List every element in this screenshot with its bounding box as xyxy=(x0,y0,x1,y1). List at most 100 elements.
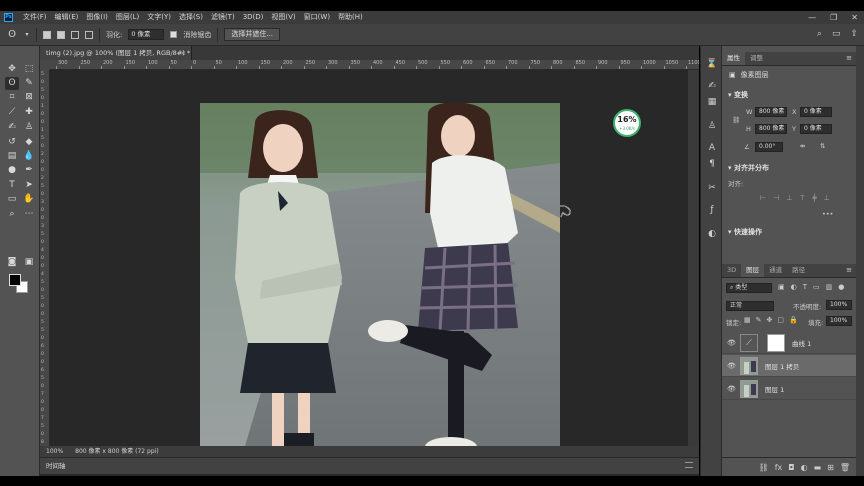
new-layer-icon[interactable]: ⊞ xyxy=(827,463,834,472)
align-bottom-icon[interactable]: ⊥ xyxy=(824,194,830,202)
blur-tool-icon[interactable]: 💧 xyxy=(22,150,36,163)
transform-header[interactable]: ▾ 变换 xyxy=(728,90,748,100)
gradient-tool-icon[interactable]: ▤ xyxy=(5,150,19,163)
antialias-checkbox[interactable] xyxy=(170,31,178,38)
align-top-icon[interactable]: ⊤ xyxy=(799,194,805,202)
move-tool-icon[interactable]: ✥ xyxy=(5,63,19,76)
lasso-tool-icon[interactable]: ʘ xyxy=(5,77,19,90)
layer-row[interactable]: 👁 ⟋ 曲线 1 xyxy=(722,332,856,354)
history-brush-tool-icon[interactable]: ↺ xyxy=(5,136,19,149)
visibility-eye-icon[interactable]: 👁 xyxy=(727,362,736,370)
tab-3d[interactable]: 3D xyxy=(722,264,741,277)
type-tool-icon[interactable]: T xyxy=(5,179,19,192)
vertical-scrollbar[interactable] xyxy=(688,70,699,446)
brush-tool-icon[interactable]: ✍ xyxy=(5,121,19,134)
more-options-icon[interactable]: ••• xyxy=(822,210,834,218)
subtract-selection-icon[interactable] xyxy=(71,30,79,39)
path-select-tool-icon[interactable]: ➤ xyxy=(22,179,36,192)
x-field[interactable]: 0 像素 xyxy=(800,107,832,117)
filter-smart-icon[interactable]: ▥ xyxy=(826,283,833,291)
menu-help[interactable]: 帮助(H) xyxy=(334,11,367,24)
menu-edit[interactable]: 编辑(E) xyxy=(51,11,83,24)
layer-name[interactable]: 曲线 1 xyxy=(792,338,811,348)
new-group-icon[interactable]: ▬ xyxy=(814,463,822,472)
panel-menu-icon[interactable]: ≡ xyxy=(846,54,852,62)
history-panel-icon[interactable]: ⌛ xyxy=(705,58,719,70)
opacity-field[interactable]: 100% xyxy=(826,300,852,310)
menu-3d[interactable]: 3D(D) xyxy=(239,11,268,24)
brush-panel-icon[interactable]: ✍ xyxy=(705,80,719,92)
menu-layer[interactable]: 图层(L) xyxy=(112,11,143,24)
select-and-mask-button[interactable]: 选择并遮住... xyxy=(224,28,281,41)
layer-row[interactable]: 👁 图层 1 xyxy=(722,378,856,400)
screen-mode-icon[interactable]: ▣ xyxy=(22,256,36,269)
align-right-icon[interactable]: ⊥ xyxy=(786,194,792,202)
lock-position-icon[interactable]: ✥ xyxy=(767,316,773,324)
document-image[interactable] xyxy=(200,103,560,463)
minimize-button[interactable]: — xyxy=(808,11,816,24)
fx-panel-icon[interactable]: ƒ xyxy=(705,204,719,216)
lasso-tool-preset-icon[interactable]: ʘ xyxy=(6,29,18,41)
delete-layer-icon[interactable]: 🗑 xyxy=(840,463,850,472)
menu-window[interactable]: 窗口(W) xyxy=(300,11,334,24)
tab-paths[interactable]: 路径 xyxy=(787,264,810,277)
canvas-pasteboard[interactable] xyxy=(50,70,688,463)
layer-filter-select[interactable]: ⌕ 类型 xyxy=(726,283,772,293)
frame-tool-icon[interactable]: ⊠ xyxy=(22,91,36,104)
hand-tool-icon[interactable]: ✋ xyxy=(22,193,36,206)
tab-layers[interactable]: 图层 xyxy=(741,264,765,277)
tab-properties[interactable]: 属性 xyxy=(722,52,745,65)
timeline-grip-icon[interactable] xyxy=(685,462,693,468)
layer-row-selected[interactable]: 👁 图层 1 拷贝 xyxy=(722,355,856,377)
filter-pixel-icon[interactable]: ▣ xyxy=(778,283,785,291)
share-icon[interactable]: ⇪ xyxy=(850,29,858,39)
filter-shape-icon[interactable]: ▭ xyxy=(813,283,820,291)
zoom-level[interactable]: 100% xyxy=(46,446,63,457)
close-tab-icon[interactable]: × xyxy=(181,46,186,60)
lock-brush-icon[interactable]: ✎ xyxy=(756,316,762,324)
menu-file[interactable]: 文件(F) xyxy=(19,11,51,24)
menu-filter[interactable]: 滤镜(T) xyxy=(207,11,239,24)
tools-preset-icon[interactable]: ✂ xyxy=(705,182,719,194)
rectangle-tool-icon[interactable]: ▭ xyxy=(5,193,19,206)
link-layers-icon[interactable]: ⛓ xyxy=(759,463,769,472)
y-field[interactable]: 0 像素 xyxy=(800,124,832,134)
visibility-eye-icon[interactable]: 👁 xyxy=(727,385,736,393)
quick-actions-header[interactable]: ▾ 快速操作 xyxy=(728,227,762,237)
layer-name[interactable]: 图层 1 xyxy=(765,384,784,394)
new-adjustment-icon[interactable]: ◐ xyxy=(801,463,808,472)
menu-view[interactable]: 视图(V) xyxy=(267,11,299,24)
align-middle-icon[interactable]: ╪ xyxy=(812,194,816,202)
align-header[interactable]: ▾ 对齐并分布 xyxy=(728,163,769,173)
crop-tool-icon[interactable]: ⌗ xyxy=(5,91,19,104)
stamp-panel-icon[interactable]: ♙ xyxy=(705,120,719,132)
link-icon[interactable]: ⛓ xyxy=(732,116,740,124)
search-icon[interactable]: ⌕ xyxy=(817,29,822,39)
eyedropper-tool-icon[interactable]: ⟋ xyxy=(5,106,19,119)
ruler-origin[interactable] xyxy=(40,60,50,70)
layers-menu-icon[interactable]: ≡ xyxy=(846,266,852,274)
align-left-icon[interactable]: ⊢ xyxy=(760,194,766,202)
zoom-tool-icon[interactable]: ⌕ xyxy=(5,208,19,221)
eraser-tool-icon[interactable]: ◆ xyxy=(22,136,36,149)
quick-select-tool-icon[interactable]: ✎ xyxy=(22,77,36,90)
lock-transparent-icon[interactable]: ▦ xyxy=(744,316,751,324)
fx-icon[interactable]: fx xyxy=(775,463,783,472)
pen-tool-icon[interactable]: ✒ xyxy=(22,164,36,177)
menu-image[interactable]: 图像(I) xyxy=(82,11,112,24)
vertical-ruler[interactable]: 5 0 5 0 1 0 0 1 5 0 2 0 0 2 5 0 3 0 0 3 5 0 4 0 0 4 5 0 5 0 0 5 5 0 6 0 0 6 5 0… xyxy=(40,70,50,466)
add-mask-icon[interactable]: ◘ xyxy=(788,463,794,472)
filter-adjust-icon[interactable]: ◐ xyxy=(791,283,797,291)
quick-mask-icon[interactable]: ◙ xyxy=(5,256,19,269)
menu-select[interactable]: 选择(S) xyxy=(175,11,207,24)
add-selection-icon[interactable] xyxy=(57,30,65,39)
layer-name[interactable]: 图层 1 拷贝 xyxy=(765,361,799,371)
dodge-tool-icon[interactable]: ● xyxy=(5,164,19,177)
maximize-button[interactable]: ❐ xyxy=(830,11,837,24)
adjustments-panel-icon[interactable]: ◐ xyxy=(705,228,719,240)
fill-field[interactable]: 100% xyxy=(826,316,852,326)
align-center-h-icon[interactable]: ⊣ xyxy=(773,194,779,202)
layer-mask-thumbnail[interactable] xyxy=(767,334,785,352)
foreground-color-swatch[interactable] xyxy=(9,274,21,286)
filter-type-icon[interactable]: T xyxy=(803,283,807,291)
